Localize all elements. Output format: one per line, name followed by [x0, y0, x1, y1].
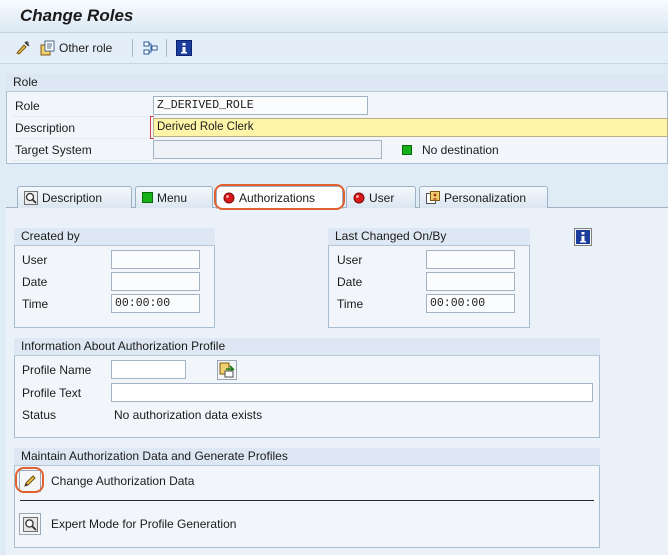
expert-mode-icon — [19, 513, 41, 535]
other-role-icon — [39, 39, 57, 57]
changed-time-label: Time — [337, 297, 364, 311]
auth-profile-header: Information About Authorization Profile — [14, 338, 600, 356]
profile-text-label: Profile Text — [22, 386, 82, 400]
target-system-field[interactable] — [153, 140, 382, 159]
other-role-button[interactable]: Other role — [39, 39, 112, 57]
status-value: No authorization data exists — [114, 408, 263, 422]
changed-user-field[interactable] — [426, 250, 515, 269]
created-by-header: Created by — [14, 228, 215, 246]
tab-description-label: Description — [42, 190, 103, 205]
profile-name-label: Profile Name — [22, 363, 92, 377]
other-role-label: Other role — [59, 41, 113, 55]
toolbar-separator — [166, 39, 167, 57]
description-field[interactable]: Derived Role Clerk — [153, 118, 668, 137]
tab-personalization[interactable]: Personalization — [419, 186, 548, 208]
created-date-field[interactable] — [111, 272, 200, 291]
tab-menu[interactable]: Menu — [135, 186, 213, 208]
changed-user-label: User — [337, 253, 363, 267]
last-changed-header: Last Changed On/By — [328, 228, 530, 246]
authorizations-tab-highlight — [214, 184, 345, 210]
maintain-header: Maintain Authorization Data and Generate… — [14, 448, 600, 466]
changed-time-field[interactable]: 00:00:00 — [426, 294, 515, 313]
green-status-icon — [402, 145, 412, 155]
tab-user[interactable]: User — [346, 186, 416, 208]
target-system-label: Target System — [15, 143, 92, 157]
tab-user-label: User — [369, 190, 395, 205]
destination-status: No destination — [422, 143, 499, 157]
change-authorization-highlight — [15, 467, 44, 493]
tab-description[interactable]: Description — [17, 186, 132, 208]
personalization-icon — [426, 190, 440, 205]
created-user-field[interactable] — [111, 250, 200, 269]
change-authorization-data-label: Change Authorization Data — [51, 474, 195, 488]
information-icon[interactable] — [175, 39, 193, 57]
description-label: Description — [15, 121, 76, 135]
search-icon — [24, 190, 38, 205]
expert-mode-label: Expert Mode for Profile Generation — [51, 517, 237, 531]
created-time-field[interactable]: 00:00:00 — [111, 294, 200, 313]
red-status-icon — [353, 192, 365, 204]
input-focus-bracket — [150, 116, 154, 139]
role-group-header: Role — [6, 74, 668, 92]
role-field[interactable]: Z_DERIVED_ROLE — [153, 96, 368, 115]
toolbar-separator — [132, 39, 133, 57]
status-label: Status — [22, 408, 57, 422]
change-authorization-data-button[interactable]: Change Authorization Data — [19, 470, 195, 492]
display-change-icon[interactable] — [14, 39, 32, 57]
information-icon[interactable] — [574, 228, 592, 246]
profile-name-field[interactable] — [111, 360, 186, 379]
tab-menu-label: Menu — [157, 190, 188, 205]
changed-date-field[interactable] — [426, 272, 515, 291]
hierarchy-icon[interactable] — [142, 39, 160, 57]
profile-text-field[interactable] — [111, 383, 593, 402]
generate-profile-name-icon[interactable] — [217, 360, 237, 380]
tab-personalization-label: Personalization — [444, 190, 527, 205]
divider — [20, 500, 594, 501]
expert-mode-button[interactable]: Expert Mode for Profile Generation — [19, 513, 236, 535]
changed-date-label: Date — [337, 275, 363, 289]
role-label: Role — [15, 99, 40, 113]
created-time-label: Time — [22, 297, 49, 311]
created-user-label: User — [22, 253, 48, 267]
green-status-icon — [142, 192, 153, 203]
window-title: Change Roles — [20, 6, 134, 25]
created-date-label: Date — [22, 275, 48, 289]
